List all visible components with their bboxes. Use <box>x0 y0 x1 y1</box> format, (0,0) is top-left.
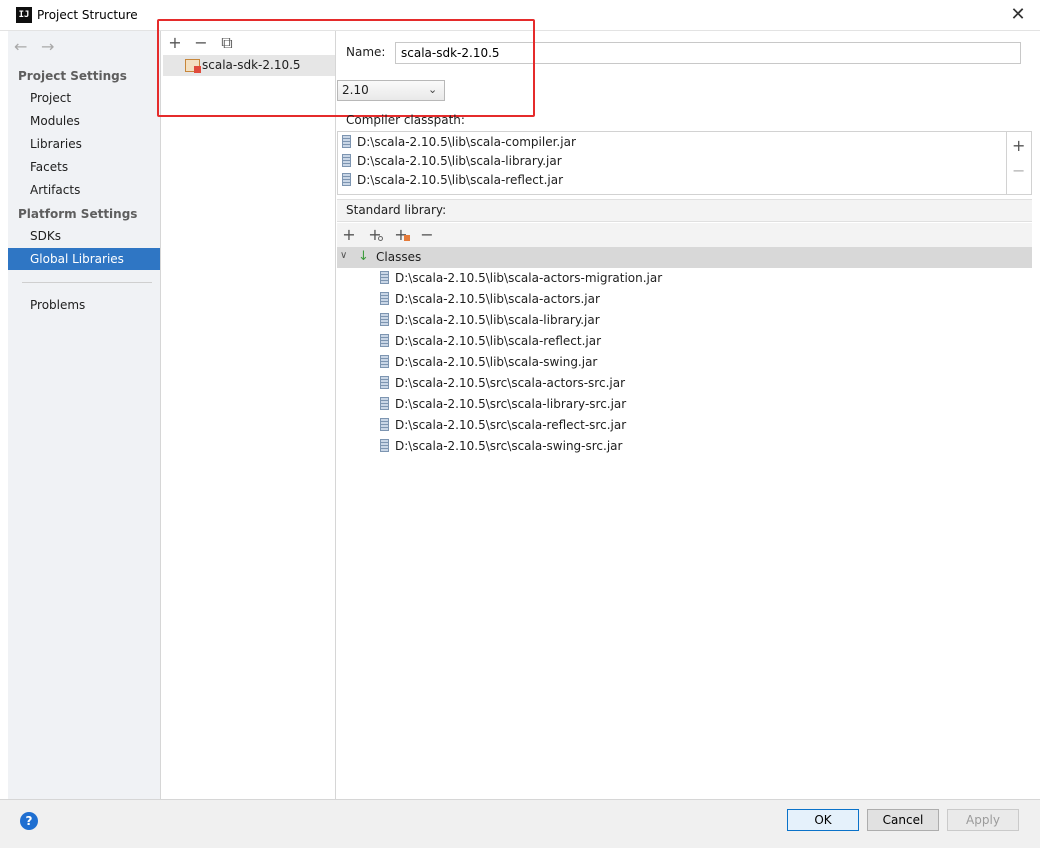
table-row[interactable]: D:\scala-2.10.5\src\scala-actors-src.jar <box>380 373 625 394</box>
class-entry: D:\scala-2.10.5\src\scala-library-src.ja… <box>395 397 627 411</box>
window-title: Project Structure <box>37 8 138 22</box>
list-item[interactable]: D:\scala-2.10.5\lib\scala-library.jar <box>342 152 562 171</box>
jar-file-icon <box>380 355 389 368</box>
back-arrow-icon[interactable]: ← <box>14 37 27 56</box>
table-row[interactable]: D:\scala-2.10.5\src\scala-reflect-src.ja… <box>380 415 626 436</box>
sidebar-item-project[interactable]: Project <box>8 87 160 109</box>
class-entry: D:\scala-2.10.5\lib\scala-reflect.jar <box>395 334 602 348</box>
standard-library-toolbar <box>337 223 1032 247</box>
jar-file-icon <box>342 173 351 186</box>
remove-root-icon[interactable]: − <box>418 226 436 244</box>
compiler-classpath-label: Compiler classpath: <box>346 113 465 127</box>
jar-file-icon <box>380 376 389 389</box>
jar-file-icon <box>380 418 389 431</box>
jar-file-icon <box>342 154 351 167</box>
add-root-icon[interactable]: + <box>340 226 358 244</box>
compiler-classpath-list[interactable]: D:\scala-2.10.5\lib\scala-compiler.jar D… <box>337 131 1007 195</box>
class-entry: D:\scala-2.10.5\src\scala-reflect-src.ja… <box>395 418 627 432</box>
intellij-app-icon: IJ <box>16 7 32 23</box>
jar-file-icon <box>380 334 389 347</box>
table-row[interactable]: D:\scala-2.10.5\lib\scala-actors.jar <box>380 289 600 310</box>
platform-settings-header: Platform Settings <box>18 207 138 221</box>
classes-root-icon: ↓ <box>358 249 369 264</box>
standard-library-label: Standard library: <box>346 203 447 217</box>
class-entry: D:\scala-2.10.5\lib\scala-swing.jar <box>395 355 598 369</box>
class-entry: D:\scala-2.10.5\src\scala-actors-src.jar <box>395 376 626 390</box>
sidebar-item-libraries[interactable]: Libraries <box>8 133 160 155</box>
sidebar-item-global-libraries[interactable]: Global Libraries <box>8 248 160 270</box>
remove-classpath-icon[interactable]: − <box>1012 161 1025 180</box>
table-row[interactable]: D:\scala-2.10.5\lib\scala-actors-migrati… <box>380 268 662 289</box>
table-row[interactable]: D:\scala-2.10.5\lib\scala-library.jar <box>380 310 600 331</box>
sidebar-item-sdks[interactable]: SDKs <box>8 225 160 247</box>
sidebar-divider <box>22 282 152 283</box>
ok-button[interactable]: OK <box>787 809 859 831</box>
list-item[interactable]: D:\scala-2.10.5\lib\scala-reflect.jar <box>342 171 563 190</box>
close-icon[interactable]: ✕ <box>1004 2 1032 28</box>
jar-badge-icon <box>404 235 410 241</box>
add-classes-icon[interactable]: + <box>366 226 384 244</box>
sidebar-item-problems[interactable]: Problems <box>8 294 160 316</box>
add-classpath-icon[interactable]: + <box>1012 136 1025 155</box>
jar-file-icon <box>380 397 389 410</box>
table-row[interactable]: D:\scala-2.10.5\lib\scala-reflect.jar <box>380 331 601 352</box>
class-entry: D:\scala-2.10.5\lib\scala-library.jar <box>395 313 600 327</box>
attach-badge-icon <box>378 236 383 241</box>
classes-node[interactable] <box>337 247 1032 268</box>
apply-button[interactable]: Apply <box>947 809 1019 831</box>
classpath-entry: D:\scala-2.10.5\lib\scala-reflect.jar <box>357 173 564 187</box>
project-settings-header: Project Settings <box>18 69 127 83</box>
list-item[interactable]: D:\scala-2.10.5\lib\scala-compiler.jar <box>342 133 576 152</box>
jar-file-icon <box>380 313 389 326</box>
forward-arrow-icon[interactable]: → <box>41 37 54 56</box>
help-icon[interactable]: ? <box>20 812 38 830</box>
classes-label: Classes <box>376 250 422 264</box>
table-row[interactable]: D:\scala-2.10.5\lib\scala-swing.jar <box>380 352 597 373</box>
class-entry: D:\scala-2.10.5\lib\scala-actors.jar <box>395 292 600 306</box>
jar-file-icon <box>380 292 389 305</box>
cancel-button[interactable]: Cancel <box>867 809 939 831</box>
jar-file-icon <box>380 439 389 452</box>
expand-toggle-icon[interactable]: ∨ <box>340 250 347 261</box>
library-list-panel <box>162 31 336 799</box>
sidebar-item-modules[interactable]: Modules <box>8 110 160 132</box>
classpath-entry: D:\scala-2.10.5\lib\scala-library.jar <box>357 154 562 168</box>
jar-file-icon <box>380 271 389 284</box>
table-row[interactable]: D:\scala-2.10.5\src\scala-library-src.ja… <box>380 394 626 415</box>
sidebar-item-artifacts[interactable]: Artifacts <box>8 179 160 201</box>
table-row[interactable]: D:\scala-2.10.5\src\scala-swing-src.jar <box>380 436 622 457</box>
jar-file-icon <box>342 135 351 148</box>
highlight-annotation <box>157 19 535 117</box>
sidebar-item-facets[interactable]: Facets <box>8 156 160 178</box>
class-entry: D:\scala-2.10.5\src\scala-swing-src.jar <box>395 439 623 453</box>
class-entry: D:\scala-2.10.5\lib\scala-actors-migrati… <box>395 271 663 285</box>
classpath-entry: D:\scala-2.10.5\lib\scala-compiler.jar <box>357 135 576 149</box>
